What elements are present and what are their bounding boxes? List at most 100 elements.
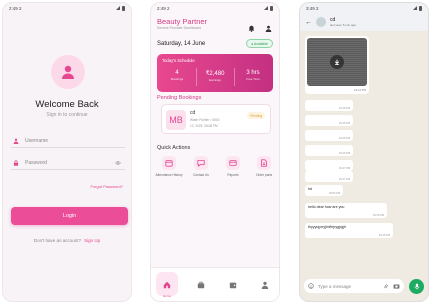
message-time: 03:46 PM [338,121,350,125]
chat-screen: 3:49 2 ← cd last seen 5 min ago 03:44 PM… [299,2,429,302]
stat-value: 3 hrs [246,70,260,76]
home-icon [163,281,171,289]
nav-home-label: Home [162,294,171,298]
nav-jobs[interactable] [193,276,209,294]
message-bubble[interactable]: thyyyujyrryjhdfrrjrygjrgjh 04:15 PM [305,223,393,238]
stat-earnings: ₹2,480 Earnings [197,70,233,82]
status-bar: 2:49 2 [3,3,131,13]
login-button[interactable]: Login [11,207,128,225]
message-text: hello dear how are you [308,205,345,209]
briefcase-icon [197,281,205,289]
bottom-navigation: Home [151,267,279,301]
nav-home[interactable]: Home [159,276,175,298]
quick-action-attendance[interactable]: Attendance History [155,156,183,177]
availability-label: Available [253,41,268,46]
stat-value: 4 [175,70,179,76]
signup-row: Don't have an account? Sign Up [3,238,131,243]
person-icon [13,138,19,144]
message-bubble[interactable]: 03:47 PM [305,171,353,182]
username-field[interactable]: Username [11,134,125,148]
nav-profile[interactable] [257,276,273,294]
login-screen: 2:49 2 Welcome Back Sign in to continue … [2,2,132,302]
eye-icon[interactable] [115,160,121,166]
battery-icon [419,5,422,11]
message-bubble[interactable]: 03:46 PM [305,115,353,126]
status-bar: 2:49 2 [151,3,279,13]
booking-name: cd [190,110,196,116]
page-subtitle: Sign in to continue [46,112,88,118]
message-bubble[interactable]: hd 03:50 PM [305,185,343,196]
quick-action-reports[interactable]: Reports [219,156,247,177]
person-icon [261,281,269,289]
app-title: Beauty Partner [157,17,208,26]
booking-detail: Water Purifier • 5000 [190,118,220,122]
signup-link[interactable]: Sign Up [84,238,100,243]
message-time: 03:45 PM [338,106,350,110]
battery-icon [270,5,273,11]
quick-action-order-parts[interactable]: Order parts [250,156,278,177]
bell-icon[interactable] [248,19,255,37]
signup-prompt: Don't have an account? [33,238,82,243]
dashboard-screen: 2:49 2 Beauty Partner Service Provider D… [150,2,280,302]
current-date: Saturday, 14 June [157,41,206,47]
message-time: 03:47 PM [338,177,350,181]
status-bar: 3:49 2 [300,3,428,13]
password-field[interactable]: Password [11,156,125,170]
wallet-icon [229,282,237,289]
lock-icon [13,159,19,166]
contact-avatar[interactable] [316,17,326,27]
stat-label: Earnings [209,78,221,82]
status-time: 2:49 [9,5,18,11]
availability-toggle[interactable]: ● Available [245,39,273,48]
quick-action-label: Attendance History [155,173,183,177]
mic-button[interactable] [409,279,424,294]
emoji-icon[interactable] [308,282,314,290]
message-bubble[interactable]: hello dear how are you 04:15 PM [305,203,387,218]
chat-header: ← cd last seen 5 min ago [300,13,428,31]
message-time: 04:15 PM [372,213,384,217]
message-input[interactable]: Type a message [304,279,404,293]
quick-action-label: Contact Us [193,173,209,177]
nav-wallet[interactable] [225,276,241,294]
page-title: Welcome Back [35,99,99,110]
message-bubble[interactable]: 03:47 PM [305,160,353,171]
back-arrow-icon[interactable]: ← [305,19,312,26]
download-icon[interactable] [330,55,344,69]
message-bubble[interactable]: 03:46 PM [305,145,353,156]
contact-info[interactable]: cd last seen 5 min ago [330,17,356,27]
battery-icon [122,5,125,11]
status-extra: 2 [167,5,170,11]
status-time: 2:49 [157,5,166,11]
booking-initials: MB [166,110,186,130]
message-time: 04:15 PM [378,233,390,237]
username-placeholder: Username [25,137,49,144]
quick-action-contact[interactable]: Contact Us [187,156,215,177]
message-bubble[interactable]: 03:45 PM [305,100,353,111]
calendar-icon [162,156,176,170]
attach-icon[interactable] [383,283,389,290]
signal-icon [413,6,417,10]
schedule-title: Today's Schedule [162,58,195,63]
profile-icon[interactable] [265,19,272,37]
message-text: thyyyujyrryjhdfrrjrygjrgjh [308,225,346,229]
camera-icon[interactable] [393,283,400,290]
message-placeholder: Type a message [318,283,352,289]
booking-time: 12, 2025, 08:08 PM [190,124,218,128]
booking-card[interactable]: MB cd Water Purifier • 5000 12, 2025, 08… [161,104,271,134]
message-text: hd [308,187,312,191]
quick-action-label: Reports [227,173,239,177]
forgot-password-link[interactable]: Forgot Password? [91,184,123,189]
stat-value: ₹2,480 [205,71,225,77]
app-header: Beauty Partner Service Provider Dashboar… [157,17,207,30]
image-message[interactable]: 03:44 PM [305,36,369,94]
quick-action-label: Order parts [255,173,273,177]
message-time: 03:50 PM [328,191,340,195]
contact-status: last seen 5 min ago [330,23,357,27]
message-bubble[interactable]: 03:46 PM [305,130,353,141]
signal-icon [264,6,268,10]
stat-free-time: 3 hrs Free Time [235,70,271,81]
chat-icon [194,156,208,170]
signal-icon [116,6,120,10]
stat-label: Free Time [246,77,260,81]
schedule-card: Today's Schedule 4 Bookings ₹2,480 Earni… [157,54,273,92]
